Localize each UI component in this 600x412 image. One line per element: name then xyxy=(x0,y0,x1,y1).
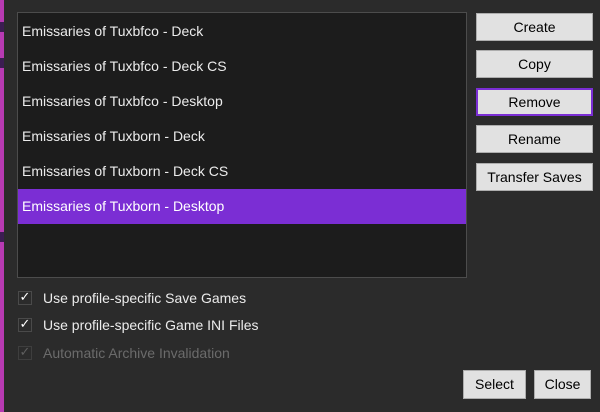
close-button[interactable]: Close xyxy=(534,370,591,399)
create-button[interactable]: Create xyxy=(476,13,593,41)
checkmark-icon: ✓ xyxy=(19,345,31,360)
checkmark-icon: ✓ xyxy=(19,317,31,332)
archive-invalidation-option: ✓ Automatic Archive Invalidation xyxy=(18,343,230,363)
ini-files-option[interactable]: ✓ Use profile-specific Game INI Files xyxy=(18,315,259,335)
profile-list-item[interactable]: Emissaries of Tuxborn - Deck CS xyxy=(18,154,466,189)
ini-files-checkbox[interactable]: ✓ xyxy=(18,318,32,332)
archive-invalidation-label: Automatic Archive Invalidation xyxy=(43,345,230,361)
remove-button[interactable]: Remove xyxy=(476,88,593,116)
transfer-saves-button[interactable]: Transfer Saves xyxy=(476,163,593,191)
profile-list-item[interactable]: Emissaries of Tuxborn - Deck xyxy=(18,119,466,154)
checkmark-icon: ✓ xyxy=(19,290,31,305)
ini-files-label: Use profile-specific Game INI Files xyxy=(43,317,259,333)
profile-list-item[interactable]: Emissaries of Tuxbfco - Deck xyxy=(18,14,466,49)
save-games-option[interactable]: ✓ Use profile-specific Save Games xyxy=(18,288,246,308)
select-button[interactable]: Select xyxy=(463,370,526,399)
profile-list-item-selected[interactable]: Emissaries of Tuxborn - Desktop xyxy=(18,189,466,224)
save-games-checkbox[interactable]: ✓ xyxy=(18,291,32,305)
rename-button[interactable]: Rename xyxy=(476,125,593,153)
profile-list-item[interactable]: Emissaries of Tuxbfco - Desktop xyxy=(18,84,466,119)
profile-list[interactable]: Emissaries of Tuxbfco - Deck Emissaries … xyxy=(17,12,467,278)
profile-list-item[interactable]: Emissaries of Tuxbfco - Deck CS xyxy=(18,49,466,84)
profiles-dialog: Emissaries of Tuxbfco - Deck Emissaries … xyxy=(4,0,600,412)
save-games-label: Use profile-specific Save Games xyxy=(43,290,247,306)
archive-invalidation-checkbox: ✓ xyxy=(18,346,32,360)
copy-button[interactable]: Copy xyxy=(476,50,593,78)
